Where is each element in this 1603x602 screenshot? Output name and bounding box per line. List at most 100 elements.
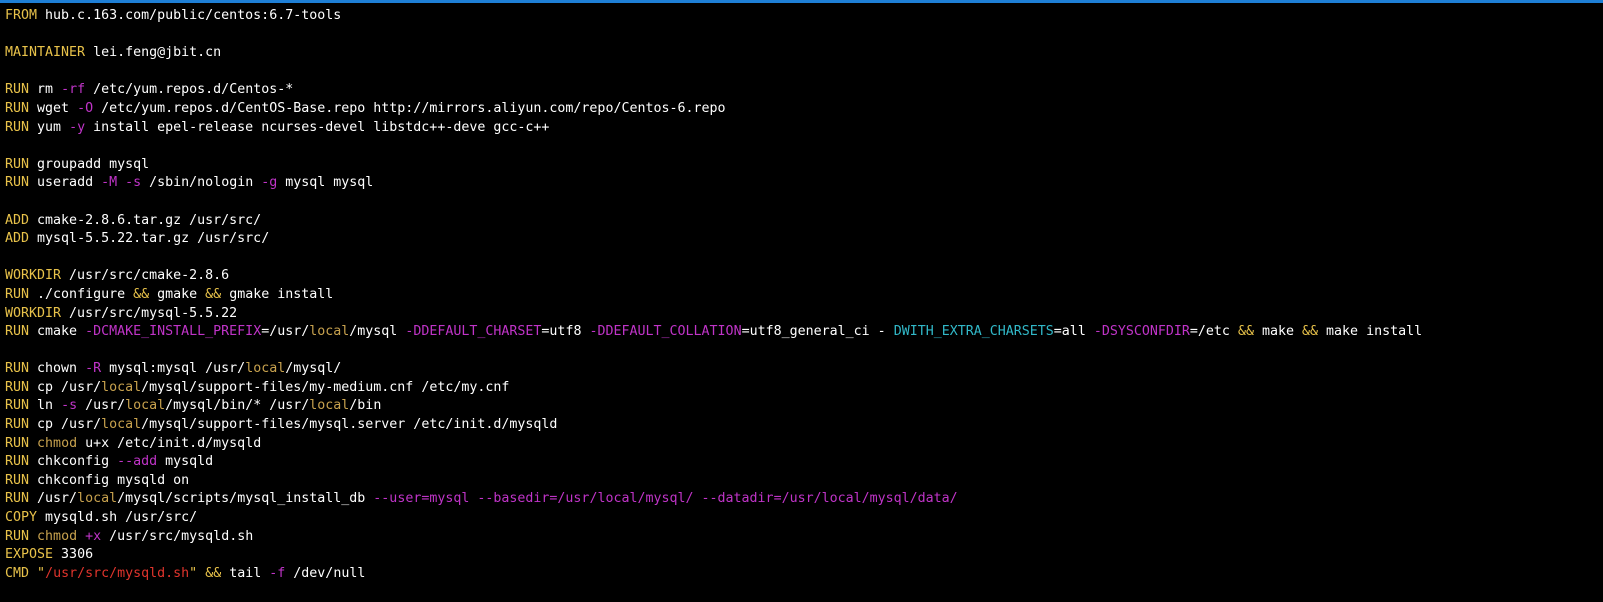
code-line[interactable]: RUN /usr/local/mysql/scripts/mysql_insta… bbox=[5, 490, 1603, 509]
code-operator: && bbox=[133, 286, 150, 302]
code-text: mysql-5.5.22.tar.gz /usr/src/ bbox=[29, 231, 270, 247]
code-line[interactable]: RUN cp /usr/local/mysql/support-files/my… bbox=[5, 416, 1603, 435]
code-line[interactable]: CMD "/usr/src/mysqld.sh" && tail -f /dev… bbox=[5, 565, 1603, 584]
code-string: /usr/src/mysqld.sh bbox=[45, 565, 190, 581]
code-line[interactable]: RUN cp /usr/local/mysql/support-files/my… bbox=[5, 379, 1603, 398]
code-text: chkconfig bbox=[29, 454, 118, 470]
code-line[interactable]: RUN groupadd mysql bbox=[5, 156, 1603, 175]
code-operator: && bbox=[205, 286, 222, 302]
code-text: /bin bbox=[349, 398, 382, 414]
code-flag: -DCMAKE_INSTALL_PREFIX bbox=[85, 324, 262, 340]
code-line[interactable]: RUN wget -O /etc/yum.repos.d/CentOS-Base… bbox=[5, 100, 1603, 119]
code-flag: -rf bbox=[61, 82, 86, 98]
dockerfile-instruction: CMD bbox=[5, 565, 30, 581]
code-text: tail bbox=[221, 565, 270, 581]
code-flag: +x bbox=[85, 528, 102, 544]
code-flag: -O bbox=[77, 100, 94, 116]
code-line[interactable] bbox=[5, 249, 1603, 268]
code-operator: && bbox=[1237, 324, 1254, 340]
code-text: chown bbox=[29, 361, 86, 377]
code-text: /etc/yum.repos.d/CentOS-Base.repo http:/… bbox=[93, 100, 726, 116]
code-line[interactable]: FROM hub.c.163.com/public/centos:6.7-too… bbox=[5, 7, 1603, 26]
code-text: useradd bbox=[29, 175, 102, 191]
dockerfile-instruction: RUN bbox=[5, 361, 30, 377]
code-line[interactable]: RUN chmod +x /usr/src/mysqld.sh bbox=[5, 528, 1603, 547]
code-line[interactable]: MAINTAINER lei.feng@jbit.cn bbox=[5, 44, 1603, 63]
dockerfile-instruction: RUN bbox=[5, 417, 30, 433]
code-text: chkconfig mysqld on bbox=[29, 472, 190, 488]
code-text: =utf8_general_ci - bbox=[741, 324, 894, 340]
dockerfile-instruction: WORKDIR bbox=[5, 268, 62, 284]
code-text: u+x /etc/init.d/mysqld bbox=[77, 435, 262, 451]
code-text: cmake-2.8.6.tar.gz /usr/src/ bbox=[29, 212, 262, 228]
code-line[interactable]: ADD mysql-5.5.22.tar.gz /usr/src/ bbox=[5, 230, 1603, 249]
code-text: cmake bbox=[29, 324, 86, 340]
code-text: gmake install bbox=[221, 286, 334, 302]
code-line[interactable]: RUN ln -s /usr/local/mysql/bin/* /usr/lo… bbox=[5, 397, 1603, 416]
code-text: mysqld.sh /usr/src/ bbox=[37, 510, 198, 526]
code-quote: " bbox=[189, 565, 198, 581]
dockerfile-instruction: RUN bbox=[5, 528, 30, 544]
code-text: make install bbox=[1318, 324, 1423, 340]
code-line[interactable] bbox=[5, 193, 1603, 212]
code-flag: -g bbox=[261, 175, 278, 191]
code-line[interactable]: RUN chown -R mysql:mysql /usr/local/mysq… bbox=[5, 360, 1603, 379]
code-text: wget bbox=[29, 100, 78, 116]
dockerfile-instruction: RUN bbox=[5, 82, 30, 98]
dockerfile-instruction: FROM bbox=[5, 8, 38, 23]
dockerfile-instruction: RUN bbox=[5, 286, 30, 302]
code-line[interactable]: RUN ./configure && gmake && gmake instal… bbox=[5, 286, 1603, 305]
code-line[interactable]: WORKDIR /usr/src/cmake-2.8.6 bbox=[5, 267, 1603, 286]
code-line[interactable]: RUN rm -rf /etc/yum.repos.d/Centos-* bbox=[5, 81, 1603, 100]
dockerfile-instruction: RUN bbox=[5, 472, 30, 488]
code-line[interactable]: COPY mysqld.sh /usr/src/ bbox=[5, 509, 1603, 528]
code-text: =/etc bbox=[1189, 324, 1238, 340]
window-top-accent-bar bbox=[0, 0, 1603, 3]
code-flag: -DDEFAULT_CHARSET bbox=[405, 324, 542, 340]
code-flag: -R bbox=[85, 361, 102, 377]
code-flag: -M bbox=[101, 175, 118, 191]
code-keyword: chmod bbox=[37, 528, 78, 544]
code-text: 3306 bbox=[53, 547, 94, 563]
code-keyword: local bbox=[245, 361, 286, 377]
code-line[interactable] bbox=[5, 26, 1603, 45]
code-text: /mysql/support-files/my-medium.cnf /etc/… bbox=[141, 379, 510, 395]
code-text: =all bbox=[1053, 324, 1094, 340]
code-text: /dev/null bbox=[285, 565, 366, 581]
code-flag: -y bbox=[69, 119, 86, 135]
code-variable: DWITH_EXTRA_CHARSETS bbox=[893, 324, 1054, 340]
code-text: /usr/src/cmake-2.8.6 bbox=[61, 268, 230, 284]
code-operator: && bbox=[205, 565, 222, 581]
code-keyword: chmod bbox=[37, 435, 78, 451]
code-line[interactable]: RUN chkconfig mysqld on bbox=[5, 472, 1603, 491]
code-line[interactable]: RUN cmake -DCMAKE_INSTALL_PREFIX=/usr/lo… bbox=[5, 323, 1603, 342]
code-line[interactable]: RUN chmod u+x /etc/init.d/mysqld bbox=[5, 435, 1603, 454]
code-flag: -s bbox=[61, 398, 78, 414]
code-keyword: local bbox=[309, 324, 350, 340]
code-line[interactable]: RUN useradd -M -s /sbin/nologin -g mysql… bbox=[5, 174, 1603, 193]
code-line[interactable]: EXPOSE 3306 bbox=[5, 546, 1603, 565]
code-keyword: local bbox=[309, 398, 350, 414]
code-operator: && bbox=[1302, 324, 1319, 340]
code-text: /etc/yum.repos.d/Centos-* bbox=[85, 82, 294, 98]
code-text: /usr/ bbox=[77, 398, 126, 414]
code-line[interactable]: WORKDIR /usr/src/mysql-5.5.22 bbox=[5, 305, 1603, 324]
code-line[interactable]: ADD cmake-2.8.6.tar.gz /usr/src/ bbox=[5, 212, 1603, 231]
dockerfile-instruction: RUN bbox=[5, 119, 30, 135]
code-text: cp /usr/ bbox=[29, 417, 102, 433]
dockerfile-editor[interactable]: FROM hub.c.163.com/public/centos:6.7-too… bbox=[5, 7, 1603, 583]
code-keyword: local bbox=[77, 491, 118, 507]
code-line[interactable]: RUN yum -y install epel-release ncurses-… bbox=[5, 119, 1603, 138]
code-line[interactable]: RUN chkconfig --add mysqld bbox=[5, 453, 1603, 472]
code-line[interactable] bbox=[5, 137, 1603, 156]
code-text: /usr/ bbox=[29, 491, 78, 507]
code-line[interactable] bbox=[5, 63, 1603, 82]
code-flag: --user=mysql --basedir=/usr/local/mysql/… bbox=[373, 491, 958, 507]
dockerfile-instruction: ADD bbox=[5, 212, 30, 228]
dockerfile-instruction: EXPOSE bbox=[5, 547, 54, 563]
code-line[interactable] bbox=[5, 342, 1603, 361]
code-text: /mysql/support-files/mysql.server /etc/i… bbox=[141, 417, 558, 433]
